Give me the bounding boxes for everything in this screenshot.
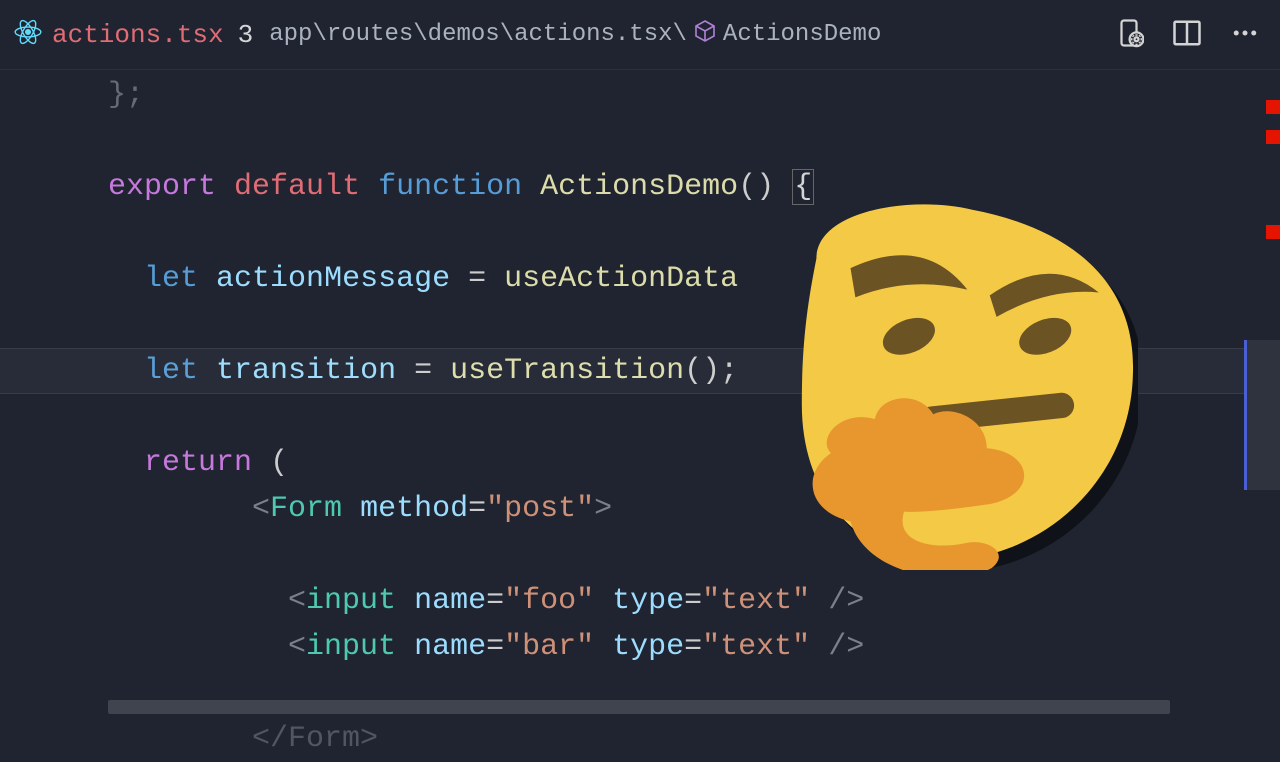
code-editor[interactable]: }; export default function ActionsDemo()… xyxy=(0,70,1280,720)
code-line-actionmessage: let actionMessage = useActionData xyxy=(108,256,1280,302)
code-line-blank xyxy=(108,210,1280,256)
code-line-blank xyxy=(108,394,1280,440)
tab-filename: actions.tsx xyxy=(52,20,224,50)
module-icon xyxy=(689,19,721,51)
horizontal-scrollbar[interactable] xyxy=(108,700,1170,714)
code-line-export: export default function ActionsDemo() { xyxy=(108,164,1280,210)
code-line-form-close: </Form> xyxy=(108,716,1280,762)
code-line-form-open: <Form method="post"> xyxy=(108,486,1280,532)
code-line-input1: <input name="foo" type="text" /> xyxy=(108,578,1280,624)
code-line-return: return ( xyxy=(108,440,1280,486)
error-marker[interactable] xyxy=(1266,225,1280,239)
more-actions-icon[interactable] xyxy=(1230,18,1260,53)
error-marker[interactable] xyxy=(1266,100,1280,114)
split-editor-icon[interactable] xyxy=(1172,18,1202,53)
code-line-blank xyxy=(108,532,1280,578)
breadcrumb[interactable]: app\routes\demos\actions.tsx\ ActionsDem… xyxy=(269,19,881,51)
react-file-icon xyxy=(14,18,42,51)
breadcrumb-path: app\routes\demos\actions.tsx\ xyxy=(269,21,687,48)
breadcrumb-symbol: ActionsDemo xyxy=(723,21,881,48)
tab-bar: actions.tsx 3 app\routes\demos\actions.t… xyxy=(0,0,1280,70)
webview-devtools-icon[interactable] xyxy=(1114,18,1144,53)
code-line-blank xyxy=(108,302,1280,348)
tab-modified-count: 3 xyxy=(238,20,254,50)
minimap-viewport[interactable] xyxy=(1244,340,1280,490)
overview-ruler[interactable] xyxy=(1244,70,1280,720)
code-line: }; xyxy=(108,72,1280,118)
code-line-blank xyxy=(108,118,1280,164)
toolbar-right xyxy=(1114,0,1260,70)
editor-tab[interactable]: actions.tsx 3 xyxy=(14,18,253,51)
code-line-input2: <input name="bar" type="text" /> xyxy=(108,624,1280,670)
error-marker[interactable] xyxy=(1266,130,1280,144)
